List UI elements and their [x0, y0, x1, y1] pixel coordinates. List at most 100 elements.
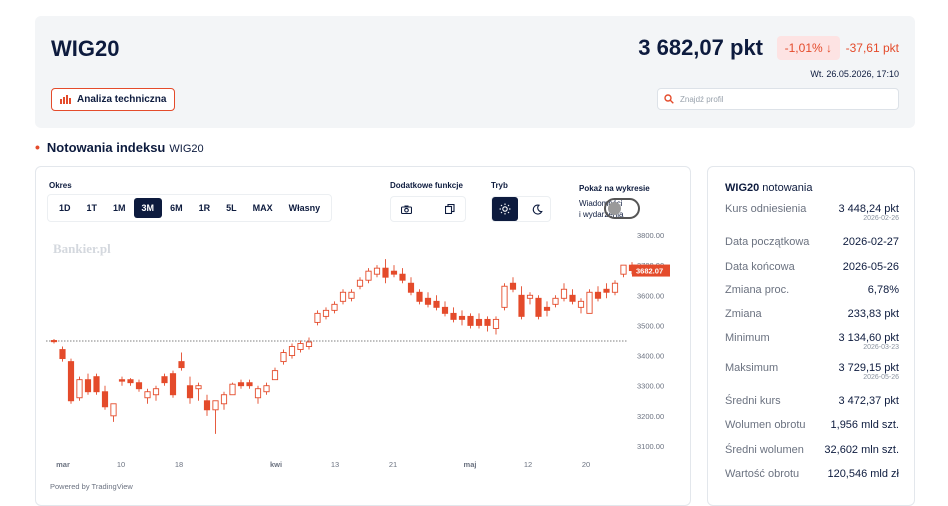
y-tick-label: 3100.00	[637, 442, 664, 451]
x-tick-label: 18	[175, 460, 183, 469]
quote-row-label: Minimum	[725, 332, 770, 344]
period-1m[interactable]: 1M	[105, 198, 134, 218]
candle-body	[84, 379, 92, 393]
candle-body	[169, 373, 177, 396]
screenshot-button[interactable]	[391, 197, 421, 221]
chart-watermark: Bankier.pl	[53, 241, 111, 256]
x-tick-label: 20	[582, 460, 590, 469]
candle-body	[195, 385, 202, 390]
mode-label: Tryb	[491, 181, 508, 190]
quote-datetime: Wt. 26.05.2026, 17:10	[810, 69, 899, 79]
candle-body	[127, 379, 134, 384]
quote-row-value: 3 472,37 pkt	[838, 395, 899, 407]
quote-row-label: Maksimum	[725, 362, 779, 374]
candle-body	[535, 297, 542, 317]
light-mode-button[interactable]	[492, 197, 518, 221]
search-input[interactable]	[680, 94, 880, 104]
y-tick-label: 3400.00	[637, 352, 664, 361]
copy-button[interactable]	[435, 197, 465, 221]
candle-body	[50, 340, 58, 343]
quote-row-value: 2026-02-27	[842, 236, 899, 248]
instrument-title: WIG20	[51, 36, 120, 61]
period-max[interactable]: MAX	[245, 198, 281, 218]
x-tick-label: 21	[389, 460, 397, 469]
period-selector: 1D 1T 1M 3M 6M 1R 5L MAX Własny	[47, 194, 333, 222]
candle-body	[611, 282, 619, 293]
candle-body	[569, 294, 576, 302]
quote-row-date: 2026-05-26	[863, 374, 899, 381]
candle-body	[543, 306, 551, 311]
mode-group	[491, 196, 551, 222]
quote-row-date: 2026-02-26	[863, 215, 899, 222]
candle-body	[246, 382, 253, 387]
period-własny[interactable]: Własny	[281, 198, 329, 218]
toggle-knob	[608, 202, 621, 215]
quote-row-label: Zmiana	[725, 308, 762, 320]
extra-functions-group	[390, 196, 466, 222]
period-3m[interactable]: 3M	[133, 198, 163, 218]
period-1r[interactable]: 1R	[191, 198, 219, 218]
candle-body	[152, 388, 160, 396]
extra-functions-label: Dodatkowe funkcje	[390, 181, 463, 190]
candle-body	[144, 391, 151, 399]
period-5l[interactable]: 5L	[218, 198, 245, 218]
candle-body	[399, 273, 406, 281]
x-tick-label: 12	[524, 460, 532, 469]
candle-body	[356, 279, 364, 287]
candle-body	[331, 303, 338, 311]
candle-body	[67, 361, 75, 402]
technical-analysis-button[interactable]: Analiza techniczna	[51, 88, 176, 111]
candle-body	[373, 267, 381, 275]
candle-body	[203, 400, 211, 411]
candle-body	[382, 267, 389, 278]
quote-row-label: Data końcowa	[725, 261, 795, 273]
candle-body	[186, 385, 194, 399]
candle-body	[467, 315, 474, 326]
section-title-text: Notowania indeksu	[46, 140, 166, 155]
candle-body	[297, 343, 304, 350]
moon-icon	[532, 203, 543, 215]
quote-row-label: Kurs odniesienia	[725, 203, 807, 215]
candle-body	[603, 288, 610, 293]
section-subtitle: WIG20	[169, 143, 204, 155]
candle-body	[254, 388, 262, 399]
candle-body	[552, 297, 559, 305]
candle-body	[263, 385, 270, 393]
candle-body	[365, 270, 372, 281]
news-toggle[interactable]	[604, 198, 640, 219]
candle-body	[348, 291, 355, 299]
quote-row-value: 32,602 mln szt.	[824, 444, 899, 456]
quote-summary-heading: WIG20 notowania	[725, 182, 812, 194]
bullet-icon: •	[35, 139, 40, 155]
technical-analysis-label: Analiza techniczna	[77, 94, 167, 105]
candle-body	[407, 282, 415, 293]
candle-body	[237, 382, 245, 387]
candle-body	[305, 341, 313, 347]
quote-row-value: 1,956 mld szt.	[830, 419, 899, 431]
change-absolute: -37,61 pkt	[845, 41, 899, 55]
candle-body	[416, 291, 423, 302]
candle-body	[492, 318, 500, 329]
period-6m[interactable]: 6M	[162, 198, 191, 218]
quote-row-value: 120,546 mld zł	[827, 468, 899, 480]
candlestick-chart[interactable]: Bankier.pl3800.003700.003600.003500.0034…	[36, 232, 690, 494]
last-price-label: 3682.07	[636, 267, 663, 276]
candle-body	[110, 403, 117, 417]
candle-body	[135, 382, 143, 390]
dark-mode-button[interactable]	[524, 197, 550, 221]
candle-body	[441, 306, 449, 314]
candle-body	[433, 300, 440, 308]
candle-body	[212, 400, 219, 411]
quote-summary-heading-rest: notowania	[762, 182, 813, 194]
period-1t[interactable]: 1T	[79, 198, 106, 218]
candle-body	[450, 312, 457, 320]
candle-body	[458, 315, 466, 320]
search-icon	[664, 94, 674, 104]
period-1d[interactable]: 1D	[51, 198, 79, 218]
profile-search[interactable]	[657, 88, 899, 110]
candle-body	[118, 379, 126, 382]
current-price: 3 682,07 pkt	[638, 35, 763, 60]
quote-row-value: 6,78%	[867, 284, 899, 296]
candle-body	[280, 352, 287, 363]
quote-row-value: 3 134,60 pkt	[838, 332, 899, 344]
